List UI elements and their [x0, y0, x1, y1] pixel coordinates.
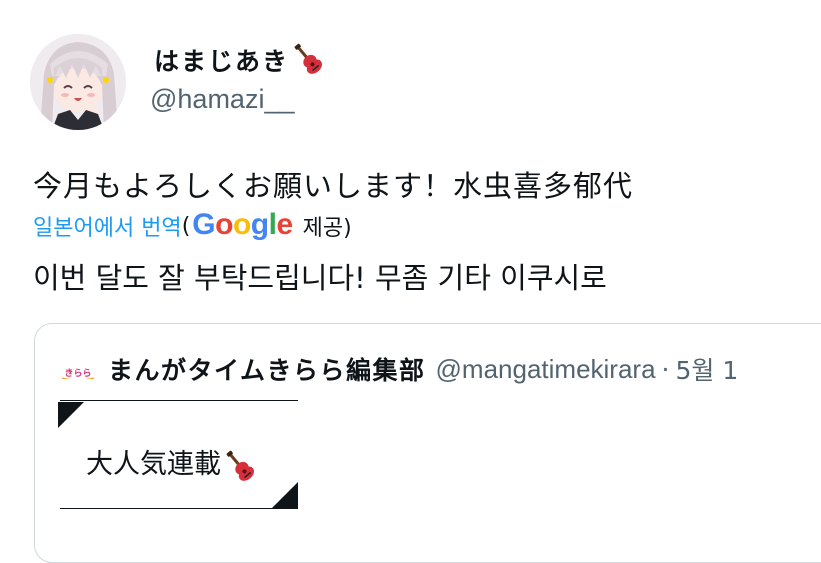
frame-bottom-right-corner-icon	[272, 482, 298, 508]
author-handle[interactable]: @hamazi__	[150, 84, 294, 115]
author-display-name[interactable]: はまじあき	[154, 42, 325, 80]
quoted-tweet-header: きらら まんがタイムきらら編集部 @mangatimekirara · 5월 1	[60, 351, 738, 387]
quoted-tweet-text: 大人気連載	[86, 442, 257, 483]
author-avatar[interactable]	[30, 34, 126, 130]
paren-open: (	[181, 213, 191, 239]
google-logo[interactable]: Google	[192, 208, 293, 242]
guitar-icon	[294, 43, 323, 74]
quoted-separator: ·	[661, 354, 670, 384]
tweet-text: 今月もよろしくお願いします！水虫喜多郁代	[33, 169, 634, 203]
translated-from-link[interactable]: 일본어에서 번역	[33, 210, 182, 242]
quoted-author-name[interactable]: まんがタイムきらら編集部	[108, 351, 426, 387]
kirara-logo-icon: きらら	[60, 362, 96, 379]
guitar-icon	[226, 450, 254, 481]
quoted-author-avatar[interactable]: きらら	[60, 359, 96, 379]
quoted-date[interactable]: 5월 1	[676, 351, 739, 387]
quoted-author-handle[interactable]: @mangatimekirara	[436, 354, 656, 385]
frame-top-line	[60, 400, 298, 401]
author-display-name-text: はまじあき	[154, 47, 290, 76]
frame-bottom-line	[60, 508, 298, 509]
frame-top-left-corner-icon	[58, 402, 84, 428]
svg-text:きらら: きらら	[64, 368, 91, 379]
provided-by-label: 제공)	[302, 216, 352, 241]
translation-attribution: 일본어에서 번역 ( Google 제공)	[33, 208, 352, 243]
anime-girl-avatar-icon	[30, 34, 126, 130]
translated-tweet-text: 이번 달도 잘 부탁드립니다! 무좀 기타 이쿠시로	[33, 261, 607, 295]
quoted-tweet-text-content: 大人気連載	[86, 449, 221, 480]
